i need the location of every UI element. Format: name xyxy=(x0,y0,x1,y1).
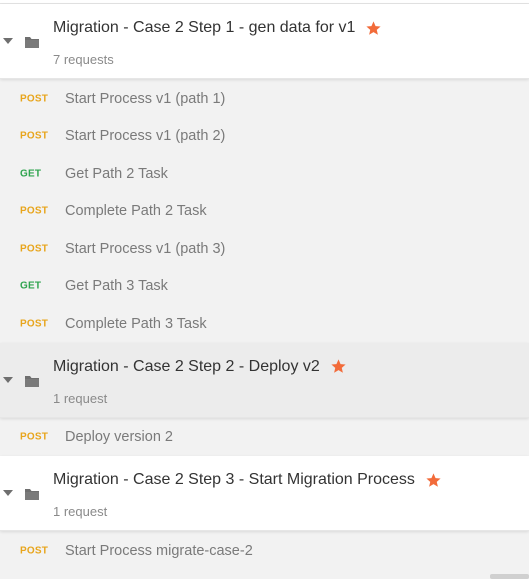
collection-title: Migration - Case 2 Step 2 - Deploy v2 xyxy=(53,357,320,375)
star-icon[interactable] xyxy=(425,472,442,489)
collections-sidebar: Migration - Case 2 Step 1 - gen data for… xyxy=(0,0,529,579)
request-count: 1 request xyxy=(53,504,108,519)
method-badge: POST xyxy=(20,243,49,255)
request-name: Deploy version 2 xyxy=(65,429,173,446)
method-badge: POST xyxy=(20,130,49,142)
folder-icon xyxy=(25,375,39,387)
request-name: Start Process v1 (path 3) xyxy=(65,240,226,257)
request-name: Start Process v1 (path 1) xyxy=(65,90,226,107)
request-item[interactable]: GET Get Path 2 Task xyxy=(0,155,529,193)
star-icon[interactable] xyxy=(330,358,347,375)
request-item[interactable]: GET Get Path 3 Task xyxy=(0,268,529,306)
request-name: Get Path 3 Task xyxy=(65,278,168,295)
method-badge: POST xyxy=(20,318,49,330)
request-list: POST Start Process migrate-case-2 xyxy=(0,531,529,570)
caret-down-icon[interactable] xyxy=(3,38,13,44)
request-item[interactable]: POST Complete Path 2 Task xyxy=(0,193,529,231)
request-name: Complete Path 2 Task xyxy=(65,203,207,220)
collection-step-3[interactable]: Migration - Case 2 Step 3 - Start Migrat… xyxy=(0,456,529,531)
request-item[interactable]: POST Start Process v1 (path 3) xyxy=(0,230,529,268)
request-name: Start Process migrate-case-2 xyxy=(65,542,253,559)
folder-icon xyxy=(25,37,39,48)
request-item[interactable]: POST Start Process v1 (path 1) xyxy=(0,80,529,118)
method-badge: POST xyxy=(20,431,49,443)
request-list: POST Deploy version 2 xyxy=(0,418,529,457)
horizontal-scrollbar[interactable] xyxy=(490,574,529,579)
request-item[interactable]: POST Start Process v1 (path 2) xyxy=(0,118,529,156)
collection-title: Migration - Case 2 Step 1 - gen data for… xyxy=(53,19,356,36)
collection-header: Migration - Case 2 Step 3 - Start Migrat… xyxy=(53,471,442,489)
folder-icon xyxy=(25,489,39,500)
request-name: Start Process v1 (path 2) xyxy=(65,128,226,145)
request-item[interactable]: POST Complete Path 3 Task xyxy=(0,305,529,343)
method-badge: GET xyxy=(20,280,42,292)
request-count: 7 requests xyxy=(53,52,114,67)
method-badge: POST xyxy=(20,93,49,105)
caret-down-icon[interactable] xyxy=(3,376,13,383)
caret-down-icon[interactable] xyxy=(3,490,13,496)
method-badge: POST xyxy=(20,545,49,557)
request-list: POST Start Process v1 (path 1) POST Star… xyxy=(0,79,529,343)
method-badge: GET xyxy=(20,168,42,180)
collection-step-1[interactable]: Migration - Case 2 Step 1 - gen data for… xyxy=(0,4,529,79)
request-name: Get Path 2 Task xyxy=(65,165,168,182)
collection-header: Migration - Case 2 Step 1 - gen data for… xyxy=(53,19,382,37)
request-item[interactable]: POST Deploy version 2 xyxy=(0,419,529,457)
request-name: Complete Path 3 Task xyxy=(65,315,207,332)
request-item[interactable]: POST Start Process migrate-case-2 xyxy=(0,532,529,570)
method-badge: POST xyxy=(20,205,49,217)
collection-title: Migration - Case 2 Step 3 - Start Migrat… xyxy=(53,471,415,488)
request-count: 1 request xyxy=(53,390,108,406)
star-icon[interactable] xyxy=(365,20,382,37)
collection-header: Migration - Case 2 Step 2 - Deploy v2 xyxy=(53,358,347,376)
collection-step-2[interactable]: Migration - Case 2 Step 2 - Deploy v2 1 … xyxy=(0,342,529,418)
